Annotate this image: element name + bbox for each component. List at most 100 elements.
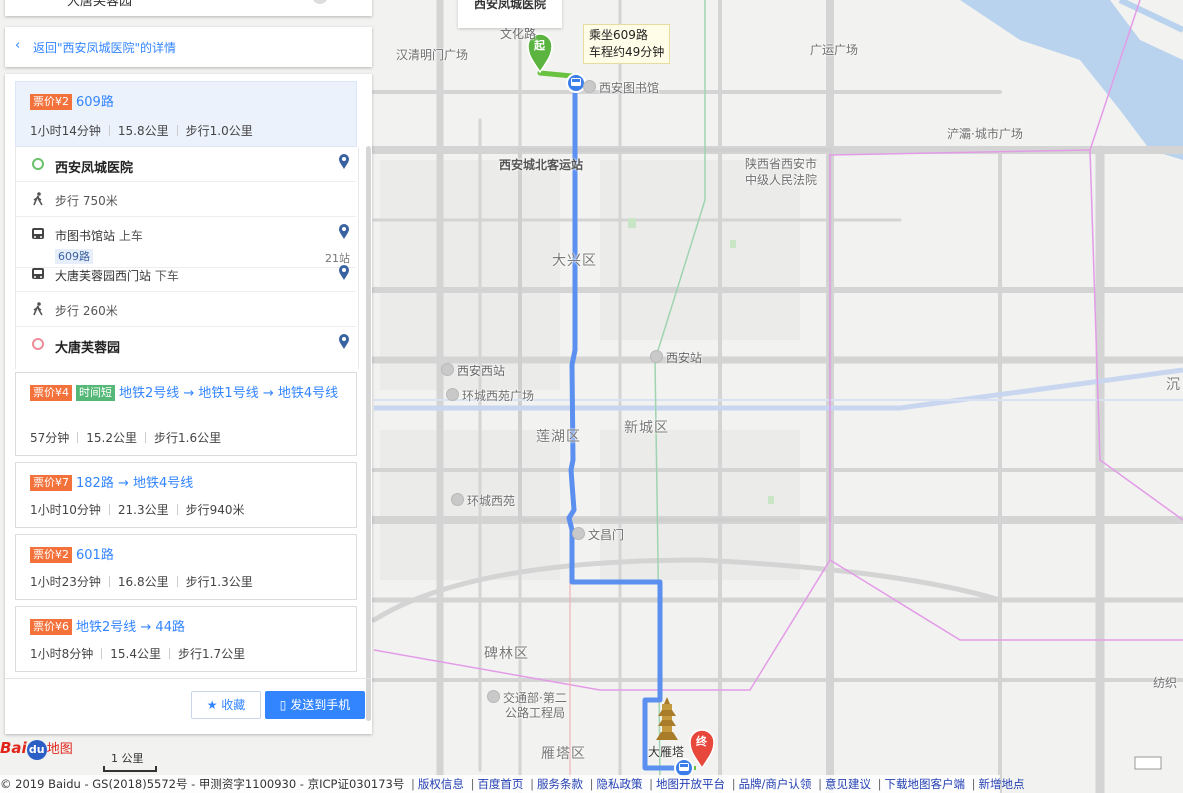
route-time: 1小时10分钟 bbox=[30, 503, 101, 517]
logo-text: 地图 bbox=[46, 742, 73, 757]
route-distance: 15.8公里 bbox=[117, 124, 169, 138]
send-to-phone-label: 发送到手机 bbox=[290, 698, 351, 712]
copyright-text: © 2019 Baidu - GS(2018)5572号 - 甲测资字11009… bbox=[0, 777, 405, 791]
back-link[interactable]: 返回"西安凤城医院"的详情 bbox=[33, 39, 176, 56]
send-to-phone-button[interactable]: ▯ 发送到手机 bbox=[265, 691, 365, 719]
route-title[interactable]: 地铁2号线 → 44路 bbox=[76, 620, 185, 635]
board-action: 上车 bbox=[118, 229, 143, 243]
step-start[interactable]: 西安凤城医院 bbox=[16, 147, 356, 182]
map-label: 中级人民法院 bbox=[745, 173, 818, 187]
map-label-station: 西安西站 bbox=[441, 362, 505, 379]
baidu-map-logo[interactable]: Bai du 地图 bbox=[0, 738, 73, 760]
map-label: 公路工程局 bbox=[505, 706, 566, 720]
map-label: 广运广场 bbox=[810, 43, 859, 57]
map-label: 西安城北客运站 bbox=[499, 158, 584, 172]
district-label: 莲湖区 bbox=[536, 429, 581, 445]
district-label: 碑林区 bbox=[484, 646, 529, 662]
route-walk: 步行1.0公里 bbox=[185, 124, 253, 138]
location-pin-icon[interactable] bbox=[339, 224, 349, 240]
route-walk: 步行1.6公里 bbox=[154, 431, 222, 445]
route-walk: 步行1.7公里 bbox=[178, 647, 246, 661]
poi-icon bbox=[572, 527, 585, 540]
search-result-card[interactable]: 大唐芙蓉园 bbox=[5, 0, 372, 16]
step-walk-1-label: 步行 750米 bbox=[55, 194, 118, 208]
divider bbox=[5, 678, 372, 679]
route-option-3[interactable]: 票价¥7 182路 → 地铁4号线 1小时10分钟 21.3公里 步行940米 bbox=[15, 462, 357, 528]
route-option-2[interactable]: 票价¥4 时间短 地铁2号线 → 地铁1号线 → 地铁4号线 57分钟 15.2公里 步… bbox=[15, 372, 357, 456]
walk-icon bbox=[33, 192, 43, 206]
route-meta: 1小时23分钟 16.8公里 步行1.3公里 bbox=[30, 573, 253, 590]
end-marker-label[interactable]: 终 bbox=[696, 733, 707, 749]
price-badge: 票价¥2 bbox=[30, 94, 72, 110]
route-walk: 步行1.3公里 bbox=[185, 575, 253, 589]
route-title[interactable]: 609路 bbox=[76, 95, 114, 110]
route-time: 1小时8分钟 bbox=[30, 647, 94, 661]
back-link-card[interactable]: ‹ 返回"西安凤城医院"的详情 bbox=[5, 27, 372, 67]
route-title-row: 票价¥4 时间短 地铁2号线 → 地铁1号线 → 地铁4号线 bbox=[30, 383, 340, 405]
station-icon bbox=[441, 363, 454, 376]
location-pin-icon[interactable] bbox=[339, 265, 349, 281]
walk-icon bbox=[33, 302, 43, 316]
footer-link[interactable]: 意见建议 bbox=[825, 777, 871, 791]
copyright-bar: © 2019 Baidu - GS(2018)5572号 - 甲测资字11009… bbox=[0, 775, 1025, 793]
footer-link[interactable]: 地图开放平台 bbox=[656, 777, 725, 791]
district-label: 雁塔区 bbox=[541, 746, 586, 762]
location-pin-icon[interactable] bbox=[339, 154, 349, 170]
map-label: 大雁塔 bbox=[648, 745, 685, 759]
poi-icon bbox=[583, 80, 596, 93]
step-alight[interactable]: 大唐芙蓉园西门站 下车 bbox=[16, 261, 356, 292]
scale-bar: 1 公里 bbox=[103, 750, 157, 772]
walk-segment-start bbox=[537, 70, 575, 79]
price-badge: 票价¥2 bbox=[30, 547, 72, 563]
route-title-row: 票价¥6 地铁2号线 → 44路 bbox=[30, 617, 340, 639]
phone-icon: ▯ bbox=[279, 698, 287, 712]
map-label-station: 西安站 bbox=[650, 349, 702, 366]
chevron-left-icon: ‹ bbox=[15, 38, 21, 53]
route-title[interactable]: 182路 → 地铁4号线 bbox=[76, 476, 193, 491]
start-point-icon bbox=[31, 157, 45, 171]
start-marker-label[interactable]: 起 bbox=[534, 37, 545, 53]
footer-link[interactable]: 隐私政策 bbox=[597, 777, 643, 791]
route-option-5[interactable]: 票价¥6 地铁2号线 → 44路 1小时8分钟 15.4公里 步行1.7公里 bbox=[15, 606, 357, 672]
footer-link[interactable]: 品牌/商户认领 bbox=[739, 777, 812, 791]
scrollbar[interactable] bbox=[366, 146, 371, 721]
search-result-title[interactable]: 大唐芙蓉园 bbox=[67, 0, 132, 9]
favorite-button-label: 收藏 bbox=[221, 698, 246, 712]
route-title[interactable]: 601路 bbox=[76, 548, 114, 563]
route-option-1[interactable]: 票价¥2 609路 1小时14分钟 15.8公里 步行1.0公里 bbox=[15, 81, 357, 147]
close-icon[interactable] bbox=[312, 0, 328, 4]
district-label: 新城区 bbox=[624, 420, 669, 436]
route-walk: 步行940米 bbox=[185, 503, 245, 517]
footer-link[interactable]: 版权信息 bbox=[418, 777, 464, 791]
map-label: 浐灞·城市广场 bbox=[947, 127, 1023, 141]
footer-link[interactable]: 下载地图客户端 bbox=[885, 777, 966, 791]
footer-link[interactable]: 服务条款 bbox=[537, 777, 583, 791]
callout-line1: 乘坐609路 bbox=[589, 28, 648, 42]
step-walk-1[interactable]: 步行 750米 bbox=[16, 182, 356, 217]
park bbox=[628, 218, 636, 228]
destination-popup[interactable]: 西安凤城医院 bbox=[458, 0, 562, 28]
location-pin-icon[interactable] bbox=[339, 334, 349, 350]
step-end-label: 大唐芙蓉园 bbox=[55, 341, 121, 356]
map-label: 环城西苑广场 bbox=[446, 387, 534, 404]
favorite-button[interactable]: ★ 收藏 bbox=[191, 691, 261, 719]
district-label: 大兴区 bbox=[552, 253, 597, 269]
map-label: 纺织 bbox=[1153, 676, 1178, 690]
station-icon bbox=[650, 350, 663, 363]
footer-link[interactable]: 百度首页 bbox=[477, 777, 523, 791]
route-distance: 16.8公里 bbox=[117, 575, 169, 589]
alight-action: 下车 bbox=[154, 269, 179, 283]
route-distance: 21.3公里 bbox=[117, 503, 169, 517]
route-meta: 1小时14分钟 15.8公里 步行1.0公里 bbox=[30, 122, 253, 139]
footer-link[interactable]: 新增地点 bbox=[979, 777, 1025, 791]
map-label: 文昌门 bbox=[572, 526, 624, 543]
scale-line bbox=[103, 766, 157, 772]
logo-paw-icon: du bbox=[26, 740, 47, 760]
step-walk-2[interactable]: 步行 260米 bbox=[16, 292, 356, 327]
star-icon: ★ bbox=[206, 698, 218, 712]
route-option-4[interactable]: 票价¥2 601路 1小时23分钟 16.8公里 步行1.3公里 bbox=[15, 534, 357, 600]
route-title[interactable]: 地铁2号线 → 地铁1号线 → 地铁4号线 bbox=[119, 386, 338, 401]
step-end[interactable]: 大唐芙蓉园 bbox=[16, 327, 356, 361]
poi-icon bbox=[451, 493, 464, 506]
price-badge: 票价¥7 bbox=[30, 475, 72, 491]
